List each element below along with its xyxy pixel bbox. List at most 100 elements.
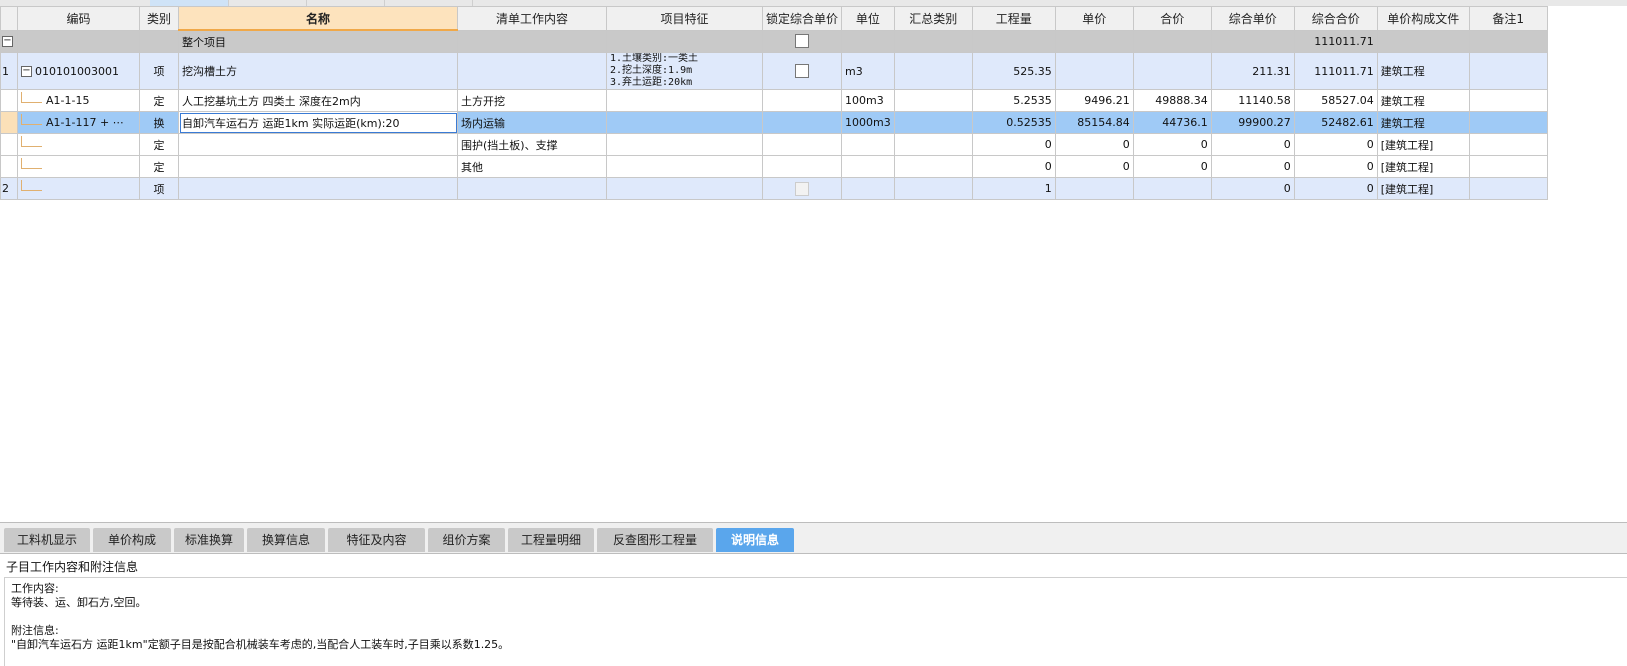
- col-header-rownum[interactable]: [0, 6, 18, 31]
- type-cell[interactable]: 项: [139, 177, 179, 200]
- price-file-cell[interactable]: [建筑工程]: [1376, 155, 1470, 178]
- remark-cell[interactable]: [1468, 177, 1548, 200]
- unit-cell[interactable]: m3: [841, 52, 895, 90]
- col-header-name[interactable]: 名称: [178, 6, 458, 31]
- type-cell[interactable]: 项: [139, 52, 179, 90]
- price-cell[interactable]: [1054, 29, 1134, 53]
- work-content-cell[interactable]: [457, 29, 607, 53]
- name-cell[interactable]: 整个项目: [178, 29, 458, 53]
- name-cell-editing[interactable]: 自卸汽车运石方 运距1km 实际运距(km):20: [178, 111, 458, 134]
- price-file-cell[interactable]: [建筑工程]: [1376, 177, 1470, 200]
- work-content-cell[interactable]: 土方开挖: [457, 89, 607, 112]
- feature-cell[interactable]: [606, 29, 763, 53]
- remark-cell[interactable]: [1468, 111, 1548, 134]
- price-file-cell[interactable]: 建筑工程: [1376, 52, 1470, 90]
- col-header-feature[interactable]: 项目特征: [606, 6, 763, 31]
- remark-cell[interactable]: [1468, 52, 1548, 90]
- unit-price-cell[interactable]: 0: [1210, 133, 1295, 156]
- price-cell[interactable]: [1054, 52, 1134, 90]
- col-header-summary-type[interactable]: 汇总类别: [893, 6, 973, 31]
- collapse-toggle-icon[interactable]: −: [21, 66, 32, 77]
- tab-pricing-scheme[interactable]: 组价方案: [428, 528, 505, 552]
- info-panel-content[interactable]: 工作内容: 等待装、运、卸石方,空回。 附注信息: "自卸汽车运石方 运距1km…: [4, 577, 1627, 666]
- price-cell[interactable]: 9496.21: [1054, 89, 1134, 112]
- col-header-work-content[interactable]: 清单工作内容: [457, 6, 607, 31]
- col-header-remark[interactable]: 备注1: [1468, 6, 1548, 31]
- price-file-cell[interactable]: 建筑工程: [1376, 111, 1470, 134]
- col-header-price-file[interactable]: 单价构成文件: [1376, 6, 1470, 31]
- unit-price-cell[interactable]: 99900.27: [1210, 111, 1295, 134]
- work-content-cell[interactable]: [457, 52, 607, 90]
- quantity-cell[interactable]: 5.2535: [971, 89, 1056, 112]
- table-row[interactable]: 1 −010101003001 项 挖沟槽土方 1.土壤类别:一类土 2.挖土深度…: [0, 52, 1548, 90]
- unit-cell[interactable]: [841, 155, 895, 178]
- table-row[interactable]: 2 项 1 0 0 [建筑工程]: [0, 177, 1548, 200]
- amount-cell[interactable]: 44736.1: [1132, 111, 1212, 134]
- lock-price-cell[interactable]: [761, 155, 843, 178]
- tab-description-info[interactable]: 说明信息: [716, 528, 794, 552]
- unit-price-cell[interactable]: 0: [1210, 155, 1295, 178]
- total-cell[interactable]: 52482.61: [1293, 111, 1378, 134]
- remark-cell[interactable]: [1468, 89, 1548, 112]
- total-cell[interactable]: 58527.04: [1293, 89, 1378, 112]
- lock-price-cell[interactable]: [761, 111, 843, 134]
- code-cell[interactable]: [17, 177, 140, 200]
- total-cell[interactable]: 0: [1293, 177, 1378, 200]
- price-cell[interactable]: 85154.84: [1054, 111, 1134, 134]
- unit-cell[interactable]: 100m3: [841, 89, 895, 112]
- code-cell[interactable]: [17, 133, 140, 156]
- work-content-cell[interactable]: 其他: [457, 155, 607, 178]
- tab-conversion-info[interactable]: 换算信息: [247, 528, 325, 552]
- lock-price-cell[interactable]: [761, 52, 843, 90]
- lock-checkbox[interactable]: [795, 64, 809, 78]
- amount-cell[interactable]: 49888.34: [1132, 89, 1212, 112]
- remark-cell[interactable]: [1468, 133, 1548, 156]
- col-header-total[interactable]: 综合合价: [1293, 6, 1378, 31]
- price-file-cell[interactable]: [1376, 29, 1470, 53]
- quantity-cell[interactable]: [971, 29, 1056, 53]
- feature-cell[interactable]: [606, 111, 763, 134]
- unit-cell[interactable]: [841, 133, 895, 156]
- feature-cell[interactable]: [606, 177, 763, 200]
- quantity-cell[interactable]: 525.35: [971, 52, 1056, 90]
- summary-type-cell[interactable]: [893, 89, 973, 112]
- amount-cell[interactable]: [1132, 52, 1212, 90]
- total-cell[interactable]: 111011.71: [1293, 29, 1378, 53]
- feature-cell[interactable]: [606, 133, 763, 156]
- quantity-cell[interactable]: 1: [971, 177, 1056, 200]
- price-file-cell[interactable]: 建筑工程: [1376, 89, 1470, 112]
- feature-cell[interactable]: [606, 155, 763, 178]
- summary-type-cell[interactable]: [893, 133, 973, 156]
- name-cell[interactable]: [178, 133, 458, 156]
- collapse-toggle-icon[interactable]: −: [2, 36, 13, 48]
- table-row-selected[interactable]: A1-1-117 + ⋯ 换 自卸汽车运石方 运距1km 实际运距(km):20…: [0, 111, 1548, 134]
- price-cell[interactable]: [1054, 177, 1134, 200]
- tab-feature-content[interactable]: 特征及内容: [328, 528, 425, 552]
- unit-price-cell[interactable]: 11140.58: [1210, 89, 1295, 112]
- table-row[interactable]: 定 其他 0 0 0 0 0 [建筑工程]: [0, 155, 1548, 178]
- unit-price-cell[interactable]: 0: [1210, 177, 1295, 200]
- code-cell[interactable]: [17, 29, 140, 53]
- code-cell[interactable]: [17, 155, 140, 178]
- name-cell[interactable]: 挖沟槽土方: [178, 52, 458, 90]
- col-header-amount[interactable]: 合价: [1132, 6, 1212, 31]
- col-header-price[interactable]: 单价: [1054, 6, 1134, 31]
- lock-price-cell[interactable]: [761, 89, 843, 112]
- code-cell[interactable]: A1-1-117 + ⋯: [17, 111, 140, 134]
- total-cell[interactable]: 0: [1293, 155, 1378, 178]
- col-header-unit[interactable]: 单位: [841, 6, 895, 31]
- amount-cell[interactable]: [1132, 177, 1212, 200]
- type-cell[interactable]: 定: [139, 89, 179, 112]
- lock-price-cell[interactable]: [761, 133, 843, 156]
- feature-cell[interactable]: [606, 89, 763, 112]
- amount-cell[interactable]: 0: [1132, 155, 1212, 178]
- price-cell[interactable]: 0: [1054, 155, 1134, 178]
- work-content-cell[interactable]: 围护(挡土板)、支撑: [457, 133, 607, 156]
- remark-cell[interactable]: [1468, 155, 1548, 178]
- unit-price-cell[interactable]: [1210, 29, 1295, 53]
- price-file-cell[interactable]: [建筑工程]: [1376, 133, 1470, 156]
- lock-price-cell[interactable]: [761, 177, 843, 200]
- total-cell[interactable]: 0: [1293, 133, 1378, 156]
- summary-type-cell[interactable]: [893, 29, 973, 53]
- lock-checkbox[interactable]: [795, 34, 809, 49]
